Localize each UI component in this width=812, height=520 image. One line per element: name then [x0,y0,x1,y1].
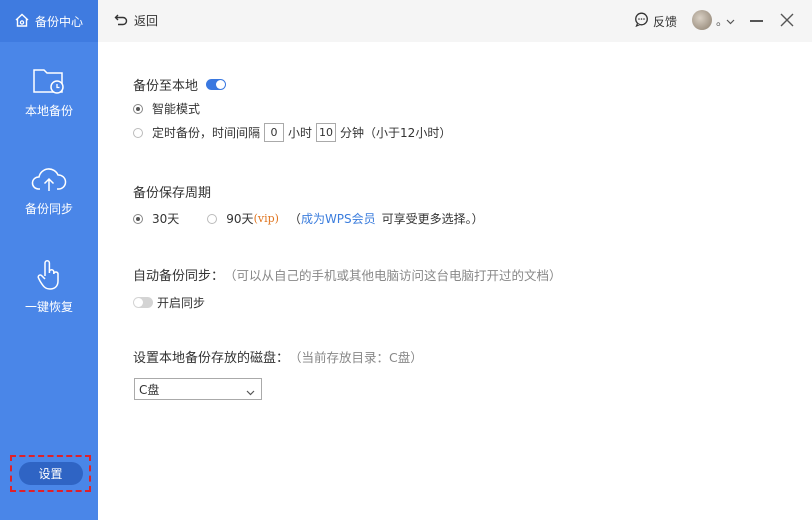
retention-paren: （ [288,212,301,226]
retention-90-label: 90天 [226,212,254,226]
sidebar-item-backup-sync[interactable]: 备份同步 [0,164,98,242]
sidebar-item-local-backup[interactable]: 本地备份 [0,66,98,144]
brand[interactable]: 备份中心 [0,0,98,42]
sidebar-item-label: 备份同步 [24,202,73,216]
interval-note: （小于12小时） [364,126,452,140]
become-member-link[interactable]: 成为WPS会员 [301,210,376,227]
vip-tag: (vip) [253,212,279,225]
chat-bubble-icon [634,12,649,30]
retention-90-radio[interactable] [207,213,218,224]
disk-select-value: C盘 [139,382,160,397]
topbar: 返回 反馈 。 [98,0,812,42]
smart-mode-option[interactable]: 智能模式 [133,100,200,117]
chevron-down-icon[interactable] [726,14,735,28]
folder-clock-icon [32,66,66,96]
disk-section: 设置本地备份存放的磁盘： （当前存放目录：C盘） [133,347,423,366]
settings-panel: 备份至本地 智能模式 定时备份，时间间隔 0 小时 10 分钟 （小于12小时）… [98,42,812,520]
cloud-upload-icon [31,164,67,194]
retention-30-radio[interactable] [133,213,143,224]
retention-30-label: 30天 [152,212,180,226]
timed-backup-option[interactable]: 定时备份，时间间隔 0 小时 10 分钟 （小于12小时） [133,123,451,142]
timed-backup-label: 定时备份，时间间隔 [152,126,261,140]
sync-toggle-label: 开启同步 [157,296,206,310]
minutes-input[interactable]: 10 [316,123,337,142]
minimize-button[interactable] [750,20,763,22]
local-backup-section: 备份至本地 [133,75,227,94]
settings-button[interactable]: 设置 [18,462,83,485]
retention-options: 30天 90天 (vip) （ 成为WPS会员 可享受更多选择。） [133,210,484,227]
disk-current: （当前存放目录：C盘） [289,350,423,365]
close-icon[interactable] [780,13,794,30]
sync-title: 自动备份同步： [133,269,225,284]
hours-unit: 小时 [288,126,313,140]
retention-title: 备份保存周期 [133,186,212,201]
disk-title: 设置本地备份存放的磁盘： [133,351,290,366]
disk-select[interactable]: C盘 [134,378,262,400]
sidebar: 备份中心 本地备份 备份同步 一键恢复 设置 [0,0,98,520]
home-icon [14,12,30,31]
local-backup-title: 备份至本地 [133,79,199,94]
settings-highlight: 设置 [10,455,91,492]
retention-suffix: 可享受更多选择。） [381,212,484,226]
feedback-label: 反馈 [653,14,678,29]
sync-toggle-row[interactable]: 开启同步 [133,294,205,311]
sidebar-item-label: 本地备份 [24,104,73,118]
sync-description: （可以从自己的手机或其他电脑访问这台电脑打开过的文档） [224,268,562,283]
minutes-unit: 分钟 [340,126,365,140]
back-label: 返回 [134,14,159,28]
local-backup-toggle[interactable] [206,79,227,90]
sync-toggle[interactable] [133,297,153,308]
hours-input[interactable]: 0 [264,123,285,142]
hand-pointer-icon [34,258,64,292]
timed-backup-radio[interactable] [133,127,143,138]
undo-icon [114,12,128,29]
brand-title: 备份中心 [35,14,84,29]
back-button[interactable]: 返回 [114,12,158,29]
avatar[interactable] [692,10,712,30]
smart-mode-label: 智能模式 [152,102,201,116]
feedback-button[interactable]: 反馈 [634,12,677,30]
sidebar-item-label: 一键恢复 [24,300,73,314]
smart-mode-radio[interactable] [133,103,143,114]
sidebar-item-one-click-restore[interactable]: 一键恢复 [0,258,98,336]
sync-section: 自动备份同步： （可以从自己的手机或其他电脑访问这台电脑打开过的文档） [133,265,562,284]
chevron-down-icon [246,385,255,399]
